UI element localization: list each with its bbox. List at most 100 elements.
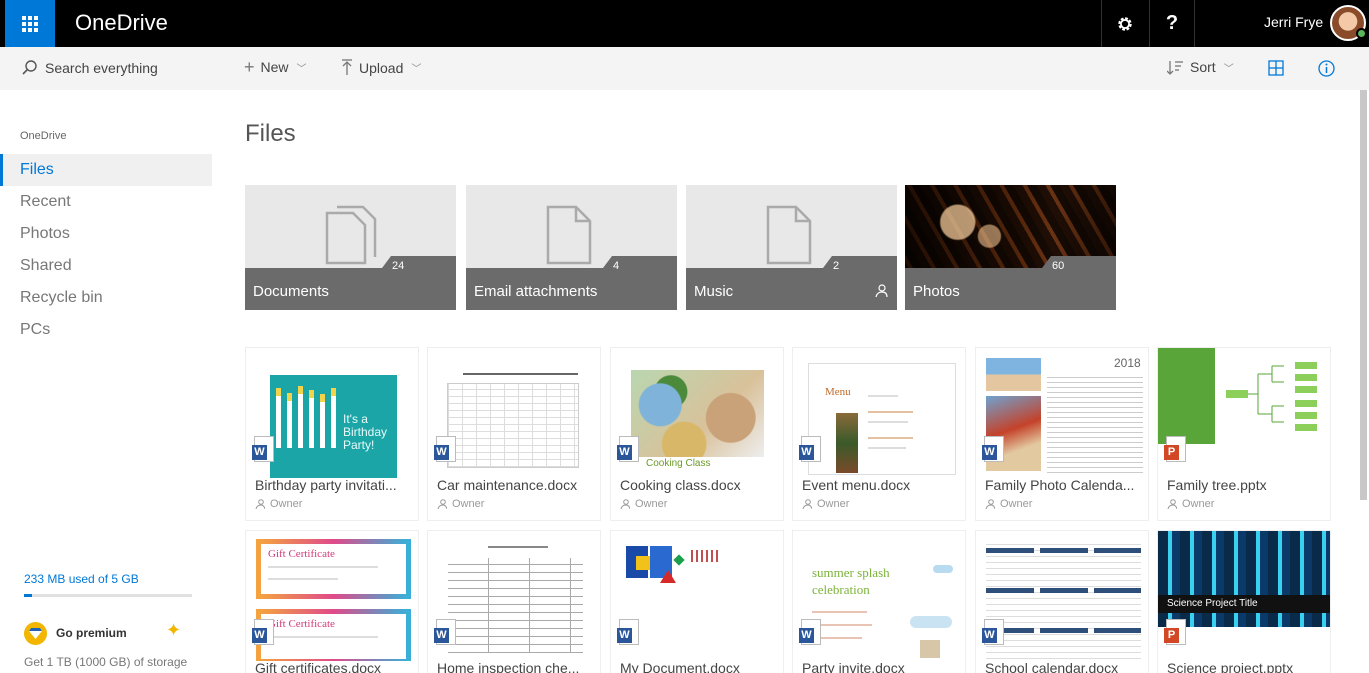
powerpoint-file-icon: P xyxy=(1164,436,1186,462)
file-name: Party invite.docx xyxy=(802,660,905,673)
sidebar-item-files[interactable]: Files xyxy=(0,154,212,186)
file-card-science-project[interactable]: Science Project Title P Science project.… xyxy=(1157,530,1331,673)
person-icon xyxy=(1167,499,1177,509)
folder-tile-email-attachments[interactable]: 4 Email attachments xyxy=(466,185,677,310)
folder-tile-music[interactable]: 2 Music xyxy=(686,185,897,310)
upload-button[interactable]: Upload ﹀ xyxy=(341,59,421,76)
new-label: New xyxy=(260,59,289,75)
file-name: Science project.pptx xyxy=(1167,660,1294,673)
word-file-icon: W xyxy=(252,436,274,462)
file-name: Home inspection che... xyxy=(437,660,580,673)
settings-button[interactable] xyxy=(1101,0,1147,47)
search-input[interactable] xyxy=(45,57,205,79)
sidebar-item-pcs[interactable]: PCs xyxy=(0,314,212,346)
person-icon xyxy=(620,499,630,509)
file-name: Gift certificates.docx xyxy=(255,660,382,673)
sidebar-item-photos[interactable]: Photos xyxy=(0,218,212,250)
sidebar: OneDrive Files Recent Photos Shared Recy… xyxy=(0,47,212,673)
folder-name: Music xyxy=(694,283,734,300)
documents-icon xyxy=(325,205,377,265)
file-thumbnail: Menu xyxy=(798,353,960,478)
file-thumbnail: Gift Certificate Gift Certificate xyxy=(251,536,413,661)
file-owner: Owner xyxy=(255,498,302,510)
file-card-party-invite[interactable]: summer splash celebration W Party invite… xyxy=(792,530,966,673)
scrollbar[interactable] xyxy=(1360,90,1367,500)
chevron-down-icon: ﹀ xyxy=(1223,63,1234,75)
thumbnail-text: Gift Certificate xyxy=(268,548,335,560)
search-box[interactable] xyxy=(0,47,212,90)
help-button[interactable]: ? xyxy=(1149,0,1195,47)
thumbnail-text: Science Project Title xyxy=(1167,598,1258,609)
thumbnail-text: Cooking Class xyxy=(646,458,711,469)
folder-count: 2 xyxy=(833,260,840,272)
help-icon: ? xyxy=(1165,12,1179,34)
folder-name: Documents xyxy=(253,283,329,300)
document-icon xyxy=(546,205,592,265)
file-owner: Owner xyxy=(1167,498,1214,510)
folder-name: Photos xyxy=(913,283,960,300)
file-card-home-inspection[interactable]: W Home inspection che... xyxy=(427,530,601,673)
file-card-car-maintenance[interactable]: W Car maintenance.docx Owner xyxy=(427,347,601,521)
file-owner: Owner xyxy=(437,498,484,510)
file-thumbnail: Cooking Class xyxy=(616,353,778,478)
file-thumbnail: Science Project Title xyxy=(1158,531,1330,627)
page-title: Files xyxy=(245,120,296,147)
folder-count: 60 xyxy=(1052,260,1065,272)
main-content: Files 24 Documents 4 Email attachments 2… xyxy=(212,90,1357,673)
app-title[interactable]: OneDrive xyxy=(75,10,168,36)
file-card-family-photo-calendar[interactable]: 2018 W Family Photo Calenda... Owner xyxy=(975,347,1149,521)
file-name: My Document.docx xyxy=(620,660,740,673)
go-premium-link[interactable]: Go premium xyxy=(56,626,127,640)
file-owner: Owner xyxy=(985,498,1032,510)
file-name: Event menu.docx xyxy=(802,477,911,493)
upload-icon xyxy=(342,59,352,75)
file-card-school-calendar[interactable]: W School calendar.docx xyxy=(975,530,1149,673)
file-name: School calendar.docx xyxy=(985,660,1119,673)
presence-badge xyxy=(1356,28,1367,39)
sort-button[interactable]: Sort ﹀ xyxy=(1167,59,1234,75)
user-name[interactable]: Jerri Frye xyxy=(1264,14,1323,30)
storage-meter xyxy=(24,594,192,597)
info-icon[interactable] xyxy=(1318,60,1335,77)
file-name: Family tree.pptx xyxy=(1167,477,1267,493)
folder-tile-documents[interactable]: 24 Documents xyxy=(245,185,456,310)
sidebar-item-recent[interactable]: Recent xyxy=(0,186,212,218)
file-thumbnail xyxy=(433,353,595,478)
app-launcher-button[interactable] xyxy=(5,0,55,47)
folder-count: 24 xyxy=(392,260,405,272)
file-thumbnail xyxy=(616,536,778,661)
thumbnail-text: Menu xyxy=(825,386,851,398)
person-icon xyxy=(437,499,447,509)
thumbnail-text: 2018 xyxy=(1114,356,1141,370)
folder-count: 4 xyxy=(613,260,620,272)
plus-icon: + xyxy=(244,57,255,77)
file-name: Family Photo Calenda... xyxy=(985,477,1135,493)
file-thumbnail xyxy=(981,536,1143,661)
sidebar-item-shared[interactable]: Shared xyxy=(0,250,212,282)
file-card-family-tree[interactable]: P Family tree.pptx Owner xyxy=(1157,347,1331,521)
storage-offer-text: Get 1 TB (1000 GB) of storage xyxy=(24,655,188,669)
thumbnail-text: summer splash celebration xyxy=(812,565,890,597)
sort-label: Sort xyxy=(1190,59,1216,75)
new-button[interactable]: + New ﹀ xyxy=(244,57,307,77)
sidebar-item-recycle-bin[interactable]: Recycle bin xyxy=(0,282,212,314)
word-file-icon: W xyxy=(617,619,639,645)
file-thumbnail: 2018 xyxy=(981,353,1143,478)
sparkle-icon: ✦ xyxy=(166,620,182,640)
nav-heading: OneDrive xyxy=(20,130,67,142)
file-card-my-document[interactable]: W My Document.docx xyxy=(610,530,784,673)
document-icon xyxy=(766,205,812,265)
gear-icon xyxy=(1117,16,1132,31)
waffle-icon xyxy=(22,15,38,32)
search-icon xyxy=(22,60,37,75)
storage-usage-link[interactable]: 233 MB used of 5 GB xyxy=(24,572,139,586)
file-card-cooking-class[interactable]: Cooking Class W Cooking class.docx Owner xyxy=(610,347,784,521)
file-card-event-menu[interactable]: Menu W Event menu.docx Owner xyxy=(792,347,966,521)
folder-tile-photos[interactable]: 60 Photos xyxy=(905,185,1116,310)
file-card-birthday-party[interactable]: It's a Birthday Party! W Birthday party … xyxy=(245,347,419,521)
file-card-gift-certificates[interactable]: Gift Certificate Gift Certificate W Gift… xyxy=(245,530,419,673)
tiles-view-icon[interactable] xyxy=(1268,60,1284,76)
person-icon xyxy=(255,499,265,509)
storage-meter-fill xyxy=(24,594,33,597)
chevron-down-icon: ﹀ xyxy=(411,64,422,75)
